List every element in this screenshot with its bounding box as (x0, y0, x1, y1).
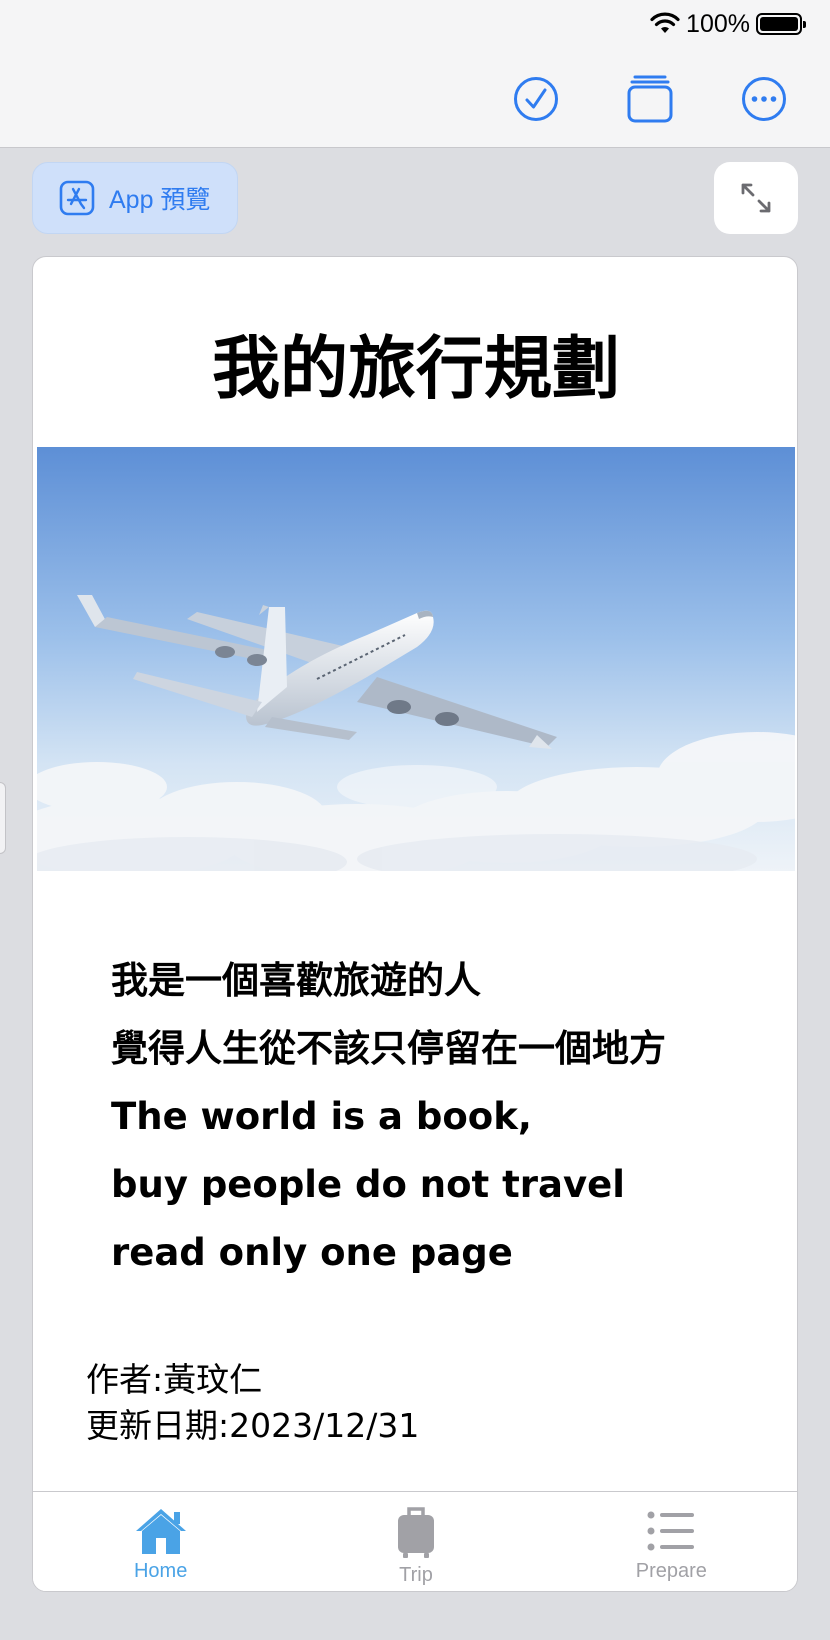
page-title: 我的旅行規劃 (211, 330, 620, 409)
hero-image (37, 447, 795, 871)
tab-home-label: Home (133, 1560, 188, 1582)
author-label: 作者:黃玟仁 (86, 1360, 263, 1399)
list-icon (647, 1511, 695, 1551)
more-button[interactable] (741, 76, 787, 122)
tab-prepare-label: Prepare (635, 1560, 707, 1582)
ellipsis-circle-icon (742, 77, 786, 121)
updated-date-label: 更新日期:2023/12/31 (86, 1406, 420, 1445)
tab-bar: Home Trip Prepare (33, 1491, 797, 1591)
top-bar: 100% (0, 0, 830, 148)
expand-arrows-icon (741, 183, 771, 213)
preview-card: 我的旅行規劃 我是一個喜歡旅遊的人 覺得人生從不該只停留在一個地方 The wo… (32, 256, 798, 1592)
wifi-icon (650, 12, 680, 33)
house-icon (135, 1509, 186, 1554)
battery-percent: 100% (686, 9, 750, 38)
tab-trip[interactable]: Trip (288, 1492, 543, 1591)
app-preview-label: App 預覽 (109, 186, 211, 214)
checkmark-circle-icon (514, 77, 558, 121)
expand-button[interactable] (714, 162, 798, 234)
status-bar: 100% (650, 8, 806, 40)
intro-line: 我是一個喜歡旅遊的人 (111, 959, 481, 1002)
intro-line: buy people do not travel (111, 1163, 625, 1206)
done-button[interactable] (513, 76, 559, 122)
sidebar-handle[interactable] (0, 782, 6, 854)
tab-trip-label: Trip (399, 1564, 433, 1586)
window-stack-icon (627, 75, 673, 123)
intro-line: The world is a book, (111, 1095, 532, 1138)
suitcase-icon (397, 1507, 434, 1558)
intro-line: read only one page (111, 1231, 513, 1274)
app-preview-button[interactable]: App 預覽 (32, 162, 238, 234)
tab-prepare[interactable]: Prepare (544, 1492, 797, 1591)
airplane-image (37, 447, 795, 871)
app-store-icon (59, 180, 95, 216)
battery-icon (756, 13, 806, 35)
windows-button[interactable] (627, 75, 673, 123)
intro-text: 我是一個喜歡旅遊的人 覺得人生從不該只停留在一個地方 The world is … (111, 947, 771, 1287)
meta-info: 作者:黃玟仁 更新日期:2023/12/31 (86, 1357, 419, 1449)
tab-home[interactable]: Home (33, 1492, 288, 1591)
intro-line: 覺得人生從不該只停留在一個地方 (111, 1027, 666, 1070)
